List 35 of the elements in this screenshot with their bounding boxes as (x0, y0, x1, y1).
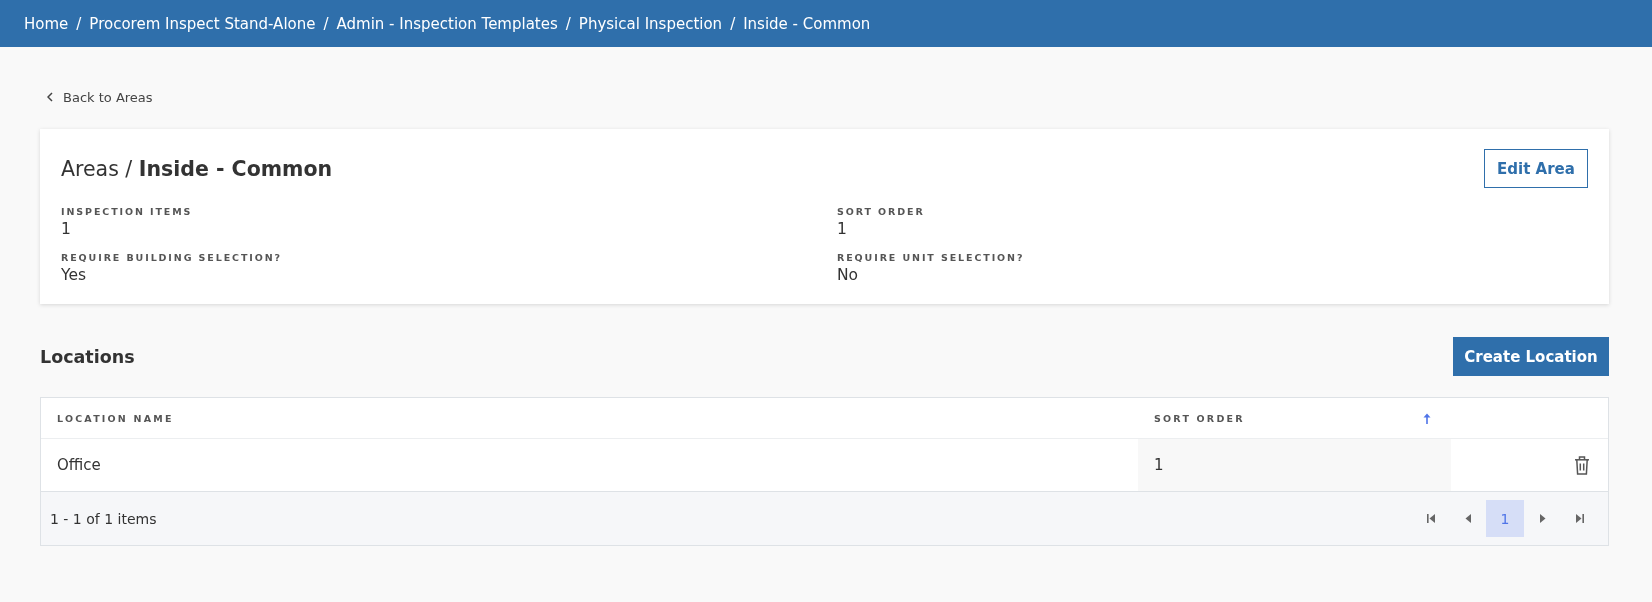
create-location-button[interactable]: Create Location (1453, 337, 1609, 376)
next-page-icon[interactable] (1538, 514, 1547, 523)
field-value: No (837, 265, 860, 285)
pagination-summary: 1 - 1 of 1 items (50, 510, 157, 527)
edit-area-button[interactable]: Edit Area (1484, 149, 1588, 188)
area-title: Areas / Inside - Common (61, 155, 333, 183)
breadcrumb-separator: / (76, 14, 82, 33)
breadcrumb-separator: / (323, 14, 329, 33)
column-header[interactable]: LOCATION NAME (41, 398, 1138, 438)
field-label: REQUIRE BUILDING SELECTION? (61, 251, 283, 265)
field-value: 1 (837, 219, 848, 239)
field-label: SORT ORDER (837, 205, 926, 219)
breadcrumb-link[interactable]: Admin - Inspection Templates (336, 14, 558, 33)
breadcrumb-separator: / (730, 14, 736, 33)
table-cell: 1 (1138, 439, 1451, 491)
breadcrumb-link[interactable]: Physical Inspection (578, 14, 723, 33)
breadcrumb-link[interactable]: Inside - Common (743, 14, 871, 33)
back-link[interactable]: Back to Areas (47, 87, 153, 107)
field-label: REQUIRE UNIT SELECTION? (837, 251, 1026, 265)
field-value: Yes (61, 265, 88, 285)
breadcrumb-link[interactable]: Procorem Inspect Stand-Alone (89, 14, 316, 33)
sort-ascending-icon[interactable] (1423, 412, 1431, 424)
breadcrumb-link[interactable]: Home (24, 14, 69, 33)
field-label: INSPECTION ITEMS (61, 205, 194, 219)
page-button[interactable]: 1 (1486, 500, 1524, 537)
section-heading: Locations (40, 346, 135, 367)
previous-page-icon[interactable] (1463, 514, 1472, 523)
field-value: 1 (61, 219, 72, 239)
first-page-icon[interactable] (1426, 514, 1435, 523)
last-page-icon[interactable] (1575, 514, 1584, 523)
column-header[interactable]: SORT ORDER (1138, 398, 1451, 438)
table-cell-text: Office (56, 455, 102, 476)
trash-icon[interactable] (1574, 455, 1590, 475)
breadcrumb-separator: / (565, 14, 571, 33)
chevron-left-icon (47, 92, 53, 102)
